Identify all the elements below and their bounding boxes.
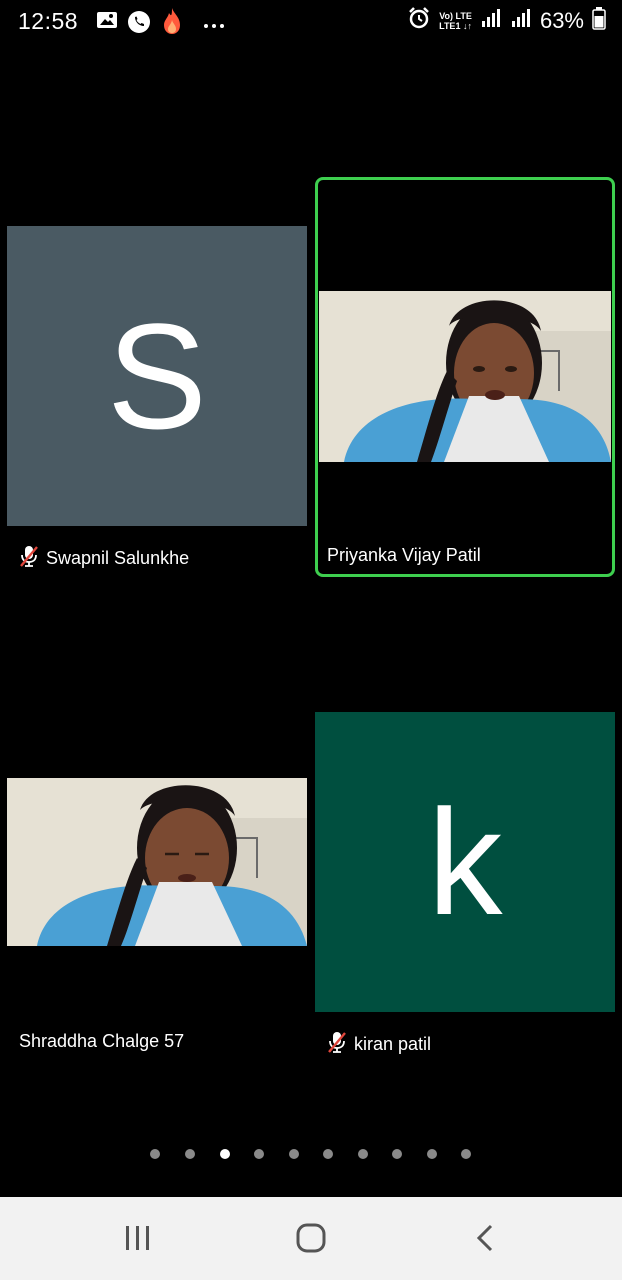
battery-icon [592,6,606,35]
fire-icon [160,6,184,41]
alarm-icon [407,6,431,35]
back-icon[interactable] [474,1223,496,1258]
participant-video [7,778,307,946]
status-time: 12:58 [18,8,79,34]
video-feed [7,778,307,946]
mic-muted-icon [326,1030,348,1059]
participant-video [319,291,611,462]
page-dot[interactable] [254,1149,264,1159]
participant-name-row: Priyanka Vijay Patil [327,545,481,566]
participant-name: Shraddha Chalge 57 [19,1031,185,1051]
page-indicator [0,1147,622,1161]
recent-apps-icon[interactable] [124,1225,152,1256]
page-dot-current[interactable] [220,1149,230,1159]
video-feed [319,291,611,462]
status-bar: 12:58 Vo) LTE LTE1 ↓↑ 63% [0,0,622,44]
participant-name-row: kiran patil [326,1030,431,1059]
network-indicator: Vo) LTE LTE1 ↓↑ [439,10,472,31]
participant-name: Swapnil Salunkhe [46,548,190,568]
page-dot[interactable] [427,1149,437,1159]
participant-tile-active-speaker[interactable]: Priyanka Vijay Patil [315,177,615,577]
participant-name: kiran patil [354,1034,432,1054]
participant-tile[interactable]: S [7,226,307,526]
home-icon[interactable] [296,1223,326,1258]
participant-tile[interactable]: k [315,712,615,1012]
page-dot[interactable] [150,1149,160,1159]
mic-muted-icon [18,544,40,573]
page-dot[interactable] [323,1149,333,1159]
avatar-letter: S [106,291,208,460]
participant-name-row: Shraddha Chalge 57 [19,1031,184,1052]
signal-icon [480,8,502,33]
page-dot[interactable] [289,1149,299,1159]
participant-tile[interactable] [7,778,307,946]
page-dot[interactable] [185,1149,195,1159]
page-dot[interactable] [461,1149,471,1159]
system-nav-bar [0,1197,622,1280]
participant-name-row: Swapnil Salunkhe [18,544,189,573]
whatsapp-icon [127,10,151,39]
signal-icon [510,8,532,33]
participant-name: Priyanka Vijay Patil [327,545,481,565]
battery-percent: 63% [539,7,584,33]
avatar-letter: k [427,777,503,946]
page-dot[interactable] [358,1149,368,1159]
page-dot[interactable] [392,1149,402,1159]
more-dots-icon [203,16,225,34]
image-icon [96,10,118,35]
